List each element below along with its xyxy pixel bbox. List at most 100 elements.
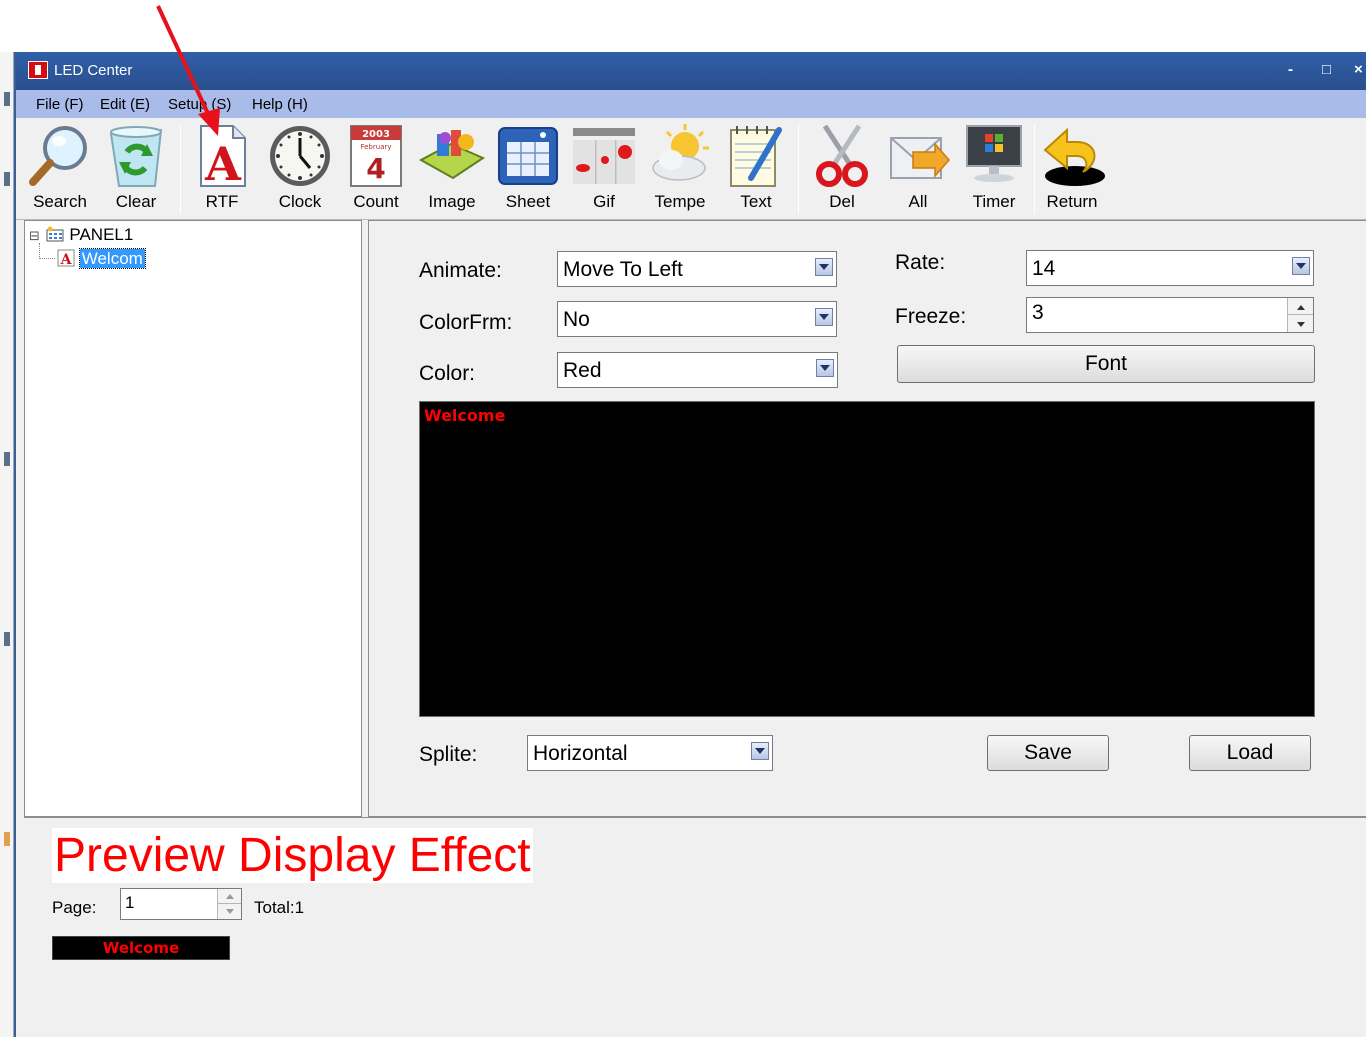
menu-help[interactable]: Help (H): [252, 96, 308, 113]
clear-button[interactable]: Clear: [98, 122, 174, 216]
led-center-window: LED Center - □ × File (F) Edit (E) Setup…: [14, 52, 1366, 1037]
rate-label: Rate:: [895, 251, 946, 274]
chevron-down-icon[interactable]: [751, 742, 769, 760]
freeze-label: Freeze:: [895, 305, 967, 328]
envelope-icon: [890, 137, 950, 179]
weather-icon: [652, 124, 709, 181]
splite-label: Splite:: [419, 743, 478, 766]
menu-file[interactable]: File (F): [36, 96, 84, 113]
desktop-edge-mark: [4, 632, 10, 646]
calendar-year: 2003: [362, 129, 390, 140]
desktop-edge-mark: [4, 832, 10, 846]
title-bar[interactable]: LED Center - □ ×: [16, 52, 1366, 90]
text-label: Text: [740, 192, 772, 211]
chevron-down-icon[interactable]: [815, 258, 833, 276]
screen: LED Center - □ × File (F) Edit (E) Setup…: [0, 0, 1366, 1037]
chevron-down-icon[interactable]: [1292, 257, 1310, 275]
close-button[interactable]: ×: [1354, 61, 1363, 78]
del-label: Del: [829, 192, 855, 211]
sheet-button[interactable]: Sheet: [490, 122, 566, 216]
toolbar-separator: [180, 124, 181, 214]
calendar-day: 4: [366, 152, 385, 185]
desktop-edge-mark: [4, 452, 10, 466]
image-button[interactable]: Image: [414, 122, 490, 216]
rtf-label: RTF: [205, 192, 239, 211]
tree-node-panel1[interactable]: ⊟ PANEL1: [29, 225, 133, 245]
colorfrm-label: ColorFrm:: [419, 311, 513, 334]
animate-select[interactable]: Move To Left: [557, 251, 837, 287]
arrow-down-icon: [1297, 322, 1305, 327]
preview-led-text: Welcome: [102, 939, 180, 957]
colorfrm-select[interactable]: No: [557, 301, 837, 337]
recycle-bin-icon: [109, 126, 163, 187]
arrow-down-icon: [226, 909, 234, 914]
freeze-stepper: [1287, 298, 1313, 332]
rtf-button[interactable]: A RTF: [184, 122, 260, 216]
preview-title: Preview Display Effect: [52, 828, 533, 883]
minimize-button[interactable]: -: [1288, 61, 1293, 78]
return-arrow-icon: [1043, 127, 1105, 186]
animate-value: Move To Left: [563, 258, 683, 281]
splite-select[interactable]: Horizontal: [527, 735, 773, 771]
page-label: Page:: [52, 898, 97, 917]
search-button[interactable]: Search: [22, 122, 98, 216]
gif-label: Gif: [593, 192, 615, 211]
tempe-label: Tempe: [654, 192, 706, 211]
clock-button[interactable]: Clock: [262, 122, 338, 216]
all-label: All: [908, 192, 928, 211]
maximize-button[interactable]: □: [1322, 61, 1331, 78]
page-spinner[interactable]: 1: [120, 888, 242, 920]
tree-node-label: Welcom: [78, 248, 146, 269]
timer-button[interactable]: Timer: [956, 122, 1032, 216]
menu-setup[interactable]: Setup (S): [168, 96, 231, 113]
page-value: 1: [125, 893, 135, 912]
rtf-letter-a-icon: A: [200, 125, 246, 190]
desktop-edge-mark: [4, 92, 10, 106]
splite-value: Horizontal: [533, 742, 628, 765]
tempe-button[interactable]: Tempe: [642, 122, 718, 216]
count-button[interactable]: 2003 February 4 Count: [338, 122, 414, 216]
load-button[interactable]: Load: [1189, 735, 1311, 771]
total-label: Total:1: [254, 898, 305, 917]
tree-panel: ⊟ PANEL1 A Welcom: [24, 220, 362, 817]
stepper-down-icon[interactable]: [1288, 315, 1313, 332]
return-label: Return: [1046, 192, 1098, 211]
animate-label: Animate:: [419, 259, 502, 282]
calendar-month: February: [360, 143, 391, 151]
preview-area: Preview Display Effect Page: 1 Total:1 W…: [24, 817, 1366, 1037]
gif-button[interactable]: Gif: [566, 122, 642, 216]
tree-line: [39, 243, 40, 259]
toolbar-separator: [798, 124, 799, 214]
del-button[interactable]: Del: [804, 122, 880, 216]
all-button[interactable]: All: [880, 122, 956, 216]
freeze-value: 3: [1032, 301, 1044, 324]
text-button[interactable]: Text: [718, 122, 794, 216]
canvas-text: Welcome: [424, 406, 506, 425]
tree-expander[interactable]: ⊟: [29, 228, 40, 243]
page-stepper: [217, 889, 241, 919]
colorfrm-value: No: [563, 308, 590, 331]
chevron-down-icon[interactable]: [816, 359, 834, 377]
svg-text:A: A: [204, 137, 242, 190]
freeze-spinner[interactable]: 3: [1026, 297, 1314, 333]
tree-line: [39, 258, 55, 259]
stepper-down-icon[interactable]: [218, 904, 241, 919]
sheet-icon: [498, 127, 558, 185]
font-button[interactable]: Font: [897, 345, 1315, 383]
tree-node-welcom[interactable]: A Welcom: [57, 248, 146, 269]
arrow-up-icon: [1297, 305, 1305, 310]
rate-select[interactable]: 14: [1026, 250, 1314, 286]
menu-edit[interactable]: Edit (E): [100, 96, 150, 113]
preview-led-strip: Welcome: [52, 936, 230, 960]
stepper-up-icon[interactable]: [1288, 298, 1313, 315]
image-icon: [418, 130, 486, 180]
magnifier-icon: [29, 126, 87, 186]
return-button[interactable]: Return: [1034, 122, 1110, 216]
led-edit-canvas[interactable]: Welcome: [419, 401, 1315, 717]
save-button[interactable]: Save: [987, 735, 1109, 771]
desktop-edge-mark: [4, 172, 10, 186]
desktop-edge: [0, 52, 14, 1037]
stepper-up-icon[interactable]: [218, 889, 241, 904]
chevron-down-icon[interactable]: [815, 308, 833, 326]
color-select[interactable]: Red: [557, 352, 838, 388]
